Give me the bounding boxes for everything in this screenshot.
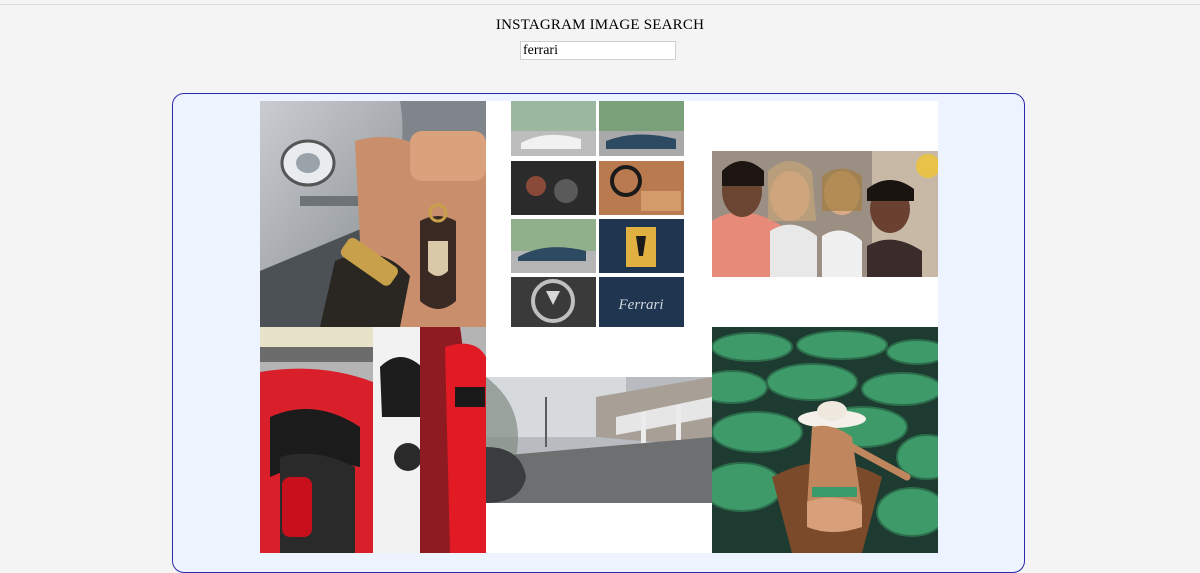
result-image-classic-ferrari-collage[interactable]: Ferrari (486, 101, 712, 327)
search-input[interactable] (520, 41, 676, 60)
result-image-road-fence-car[interactable] (486, 327, 712, 553)
top-divider (0, 4, 1200, 5)
result-image-red-sports-cars-showroom[interactable] (260, 327, 486, 553)
svg-text:Ferrari: Ferrari (618, 297, 664, 313)
result-image-group-selfie-women[interactable] (712, 101, 938, 327)
page-title: INSTAGRAM IMAGE SEARCH (495, 17, 705, 33)
result-image-hand-porsche-keychain[interactable] (260, 101, 486, 327)
result-image-woman-lily-pads-boat[interactable] (712, 327, 938, 553)
results-panel: Ferrari (172, 93, 1025, 573)
image-grid: Ferrari (260, 101, 938, 561)
